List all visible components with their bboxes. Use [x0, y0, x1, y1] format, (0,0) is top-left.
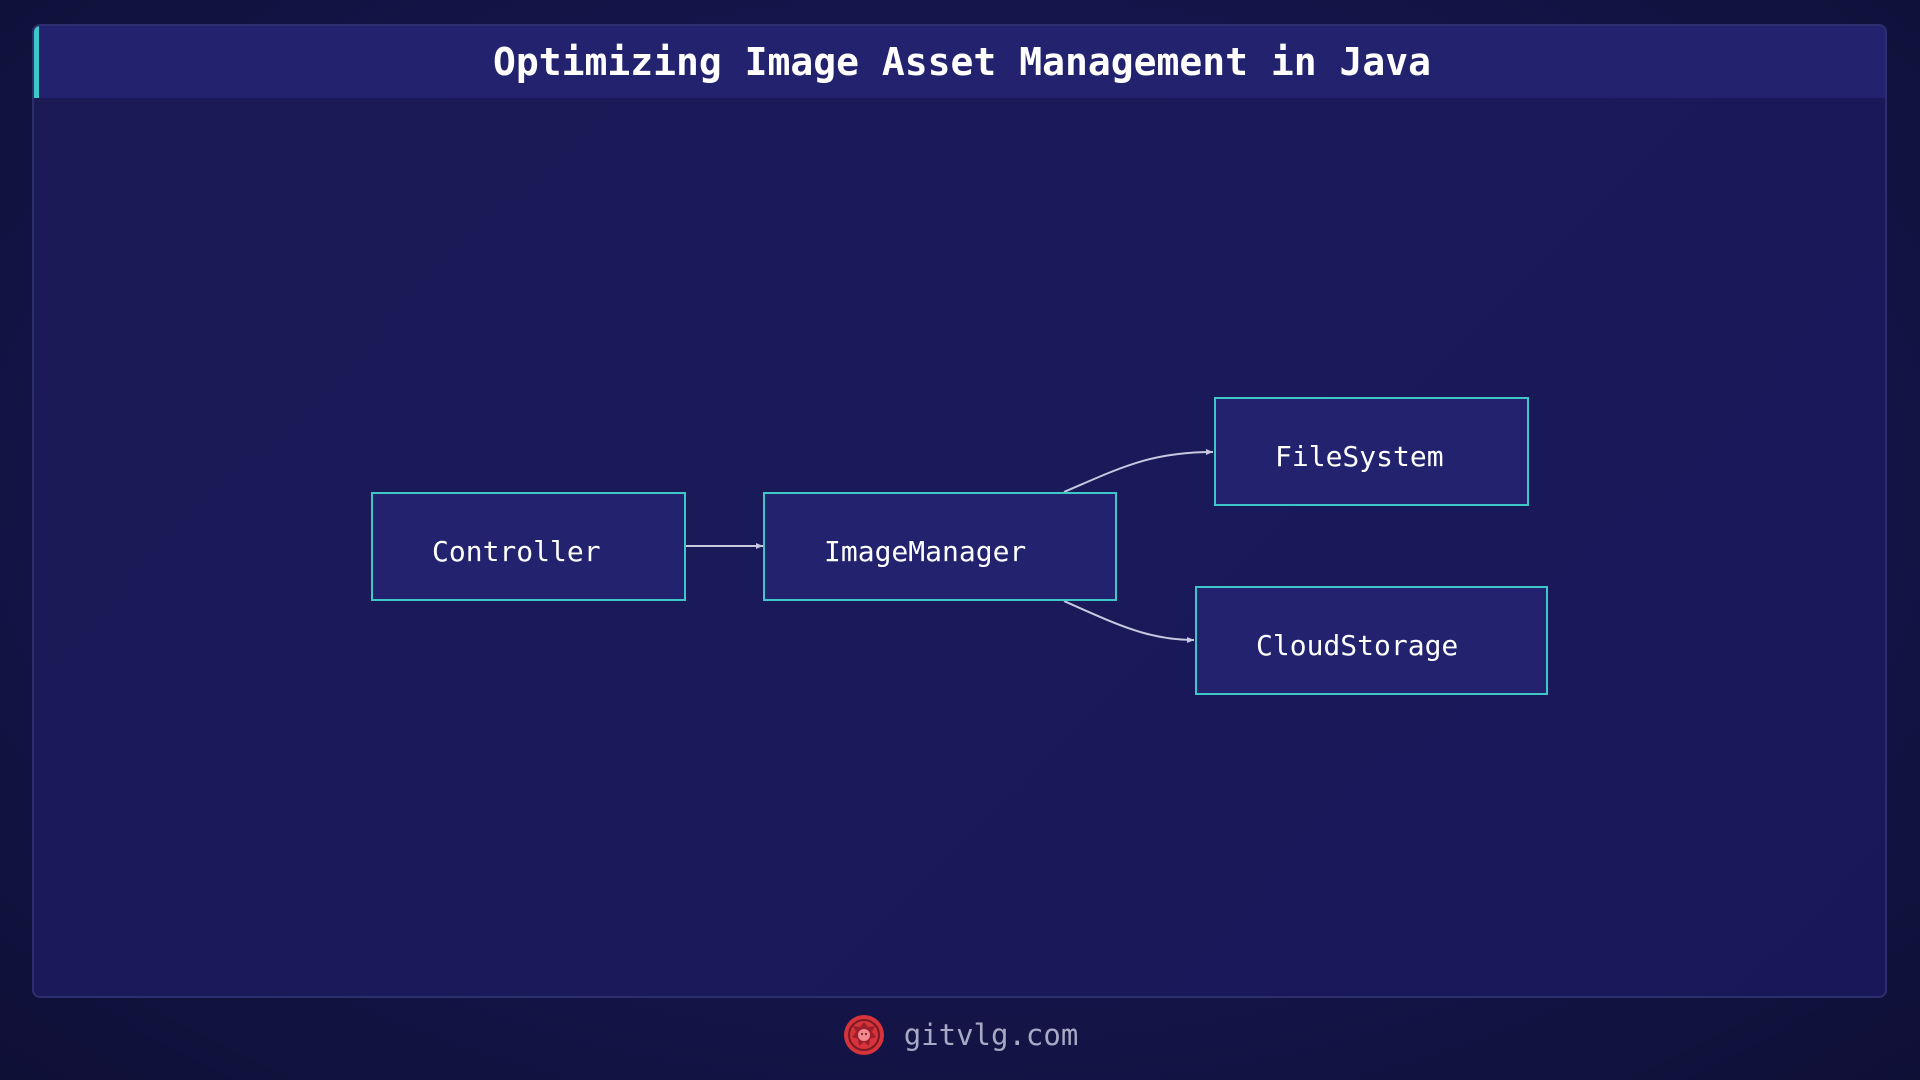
footer: gitvlg.com	[0, 1010, 1920, 1060]
node-filesystem-label: FileSystem	[1275, 440, 1444, 473]
node-cloudstorage-label: CloudStorage	[1256, 629, 1458, 662]
edge-imagemanager-to-filesystem	[1063, 449, 1214, 493]
node-controller-label: Controller	[432, 535, 601, 568]
node-cloudstorage: CloudStorage	[1195, 586, 1548, 695]
node-filesystem: FileSystem	[1214, 397, 1529, 506]
node-controller: Controller	[371, 492, 686, 601]
architecture-diagram: Controller ImageManager FileSystem Cloud…	[371, 397, 1548, 695]
lion-logo-icon	[843, 1015, 884, 1055]
node-imagemanager: ImageManager	[763, 492, 1117, 601]
slide: Optimizing Image Asset Management in Jav…	[0, 0, 1920, 1080]
edge-imagemanager-to-cloudstorage	[1063, 600, 1195, 643]
node-imagemanager-label: ImageManager	[824, 535, 1026, 568]
footer-site-link[interactable]: gitvlg.com	[904, 1018, 1079, 1052]
